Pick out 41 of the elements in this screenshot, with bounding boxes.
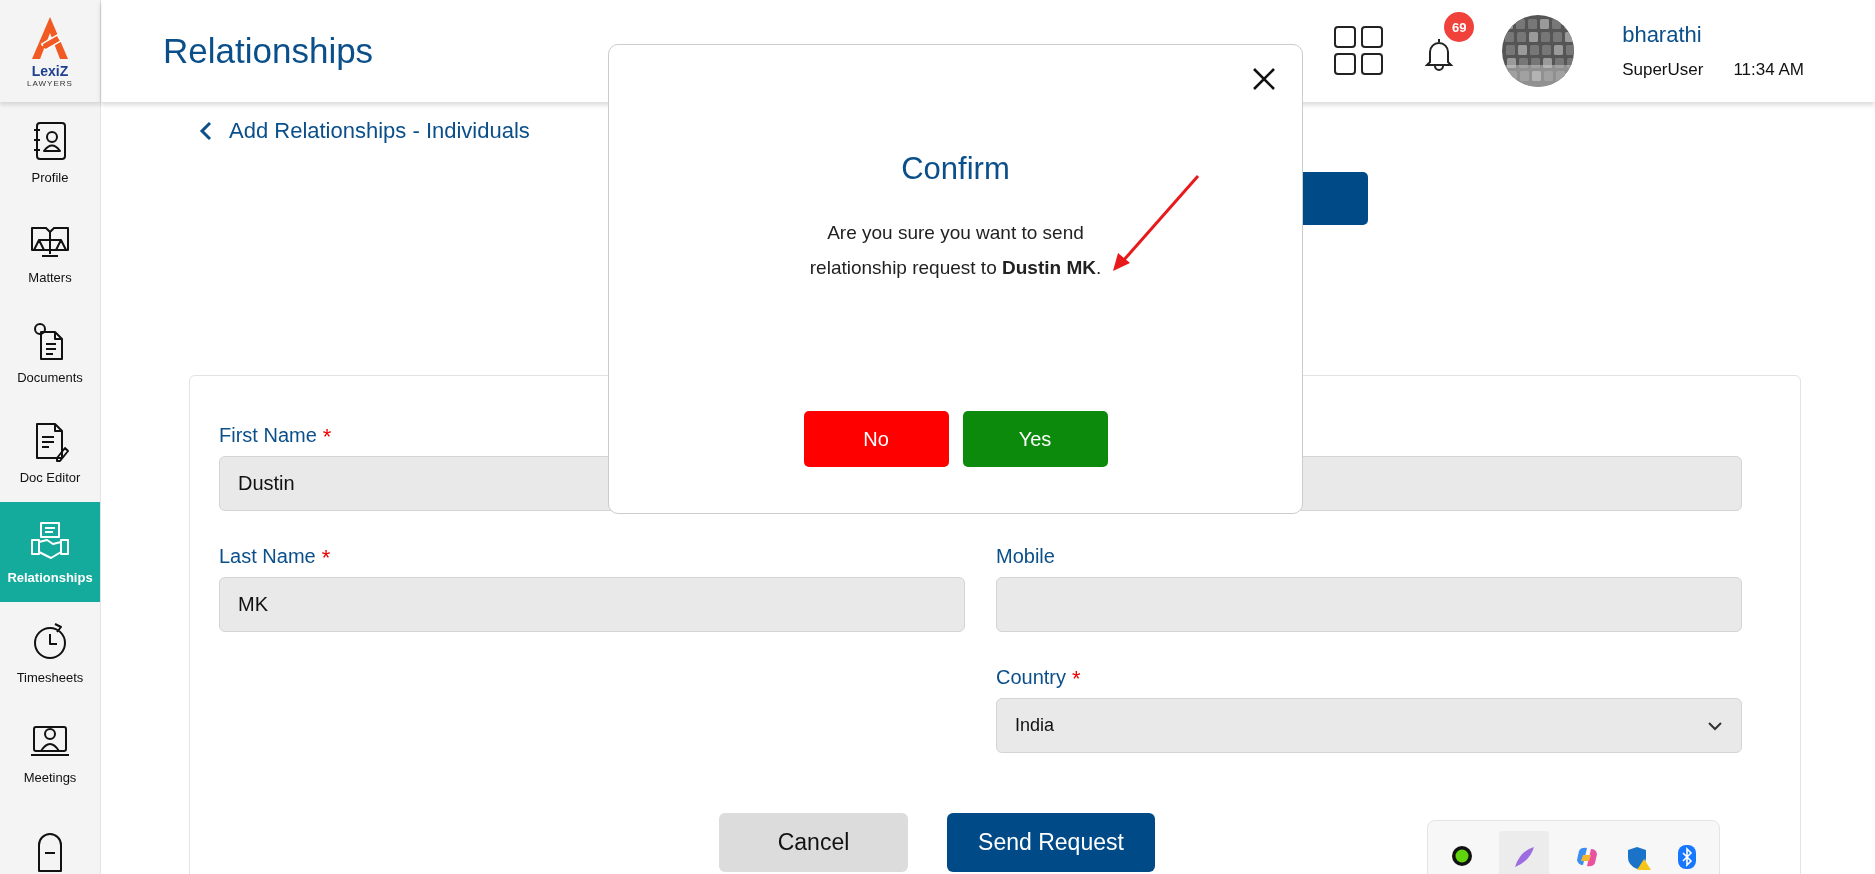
back-link[interactable]: Add Relationships - Individuals <box>199 118 530 144</box>
required-mark: * <box>321 545 331 569</box>
chevron-down-icon <box>1707 720 1723 731</box>
chevron-left-icon <box>199 120 213 142</box>
bell-icon[interactable] <box>1424 36 1455 72</box>
sidebar-item[interactable]: Matters <box>0 202 100 302</box>
user-role: SuperUser <box>1622 60 1704 80</box>
copilot-icon[interactable] <box>1575 845 1600 869</box>
close-icon[interactable] <box>1252 67 1276 91</box>
required-mark: * <box>1072 666 1081 690</box>
required-mark: * <box>322 424 332 448</box>
sidebar-item[interactable]: Meetings <box>0 702 100 802</box>
dialog-title: Confirm <box>901 151 1010 187</box>
country-select[interactable]: India <box>996 698 1742 753</box>
logo-text: LexiZ <box>31 62 69 79</box>
field-label: Country <box>996 666 1067 690</box>
input-field[interactable] <box>996 577 1742 632</box>
bluetooth-icon[interactable] <box>1677 845 1696 869</box>
page-title: Relationships <box>163 31 374 71</box>
field-label: Mobile <box>996 545 1055 569</box>
field-label: Last Name <box>219 545 316 569</box>
send-button[interactable]: Send Request <box>947 813 1155 872</box>
user-name: bharathi <box>1622 22 1703 48</box>
clock-time: 11:34 AM <box>1733 60 1804 80</box>
handshake-icon <box>29 519 71 562</box>
circle-icon[interactable] <box>1451 845 1474 867</box>
sidebar-item[interactable]: Doc Editor <box>0 402 100 502</box>
notification-badge: 69 <box>1444 12 1475 42</box>
yes-button[interactable]: Yes <box>962 411 1108 467</box>
shield-warning-icon[interactable] <box>1625 845 1652 871</box>
apps-grid-icon[interactable] <box>1334 26 1385 76</box>
sidebar-item[interactable]: Documents <box>0 302 100 402</box>
dialog-message: Are you sure you want to send relationship request to Dustin MK. <box>808 221 1103 280</box>
no-button[interactable]: No <box>803 411 949 467</box>
field-label: First Name <box>219 424 317 448</box>
feather-icon[interactable] <box>1512 845 1537 869</box>
input-field[interactable]: MK <box>219 577 965 632</box>
logo-tagline: LAWYERS <box>27 78 73 88</box>
cancel-button[interactable]: Cancel <box>719 813 908 872</box>
sidebar-item[interactable]: Profile <box>0 102 100 202</box>
sidebar-item[interactable]: Timesheets <box>0 602 100 702</box>
